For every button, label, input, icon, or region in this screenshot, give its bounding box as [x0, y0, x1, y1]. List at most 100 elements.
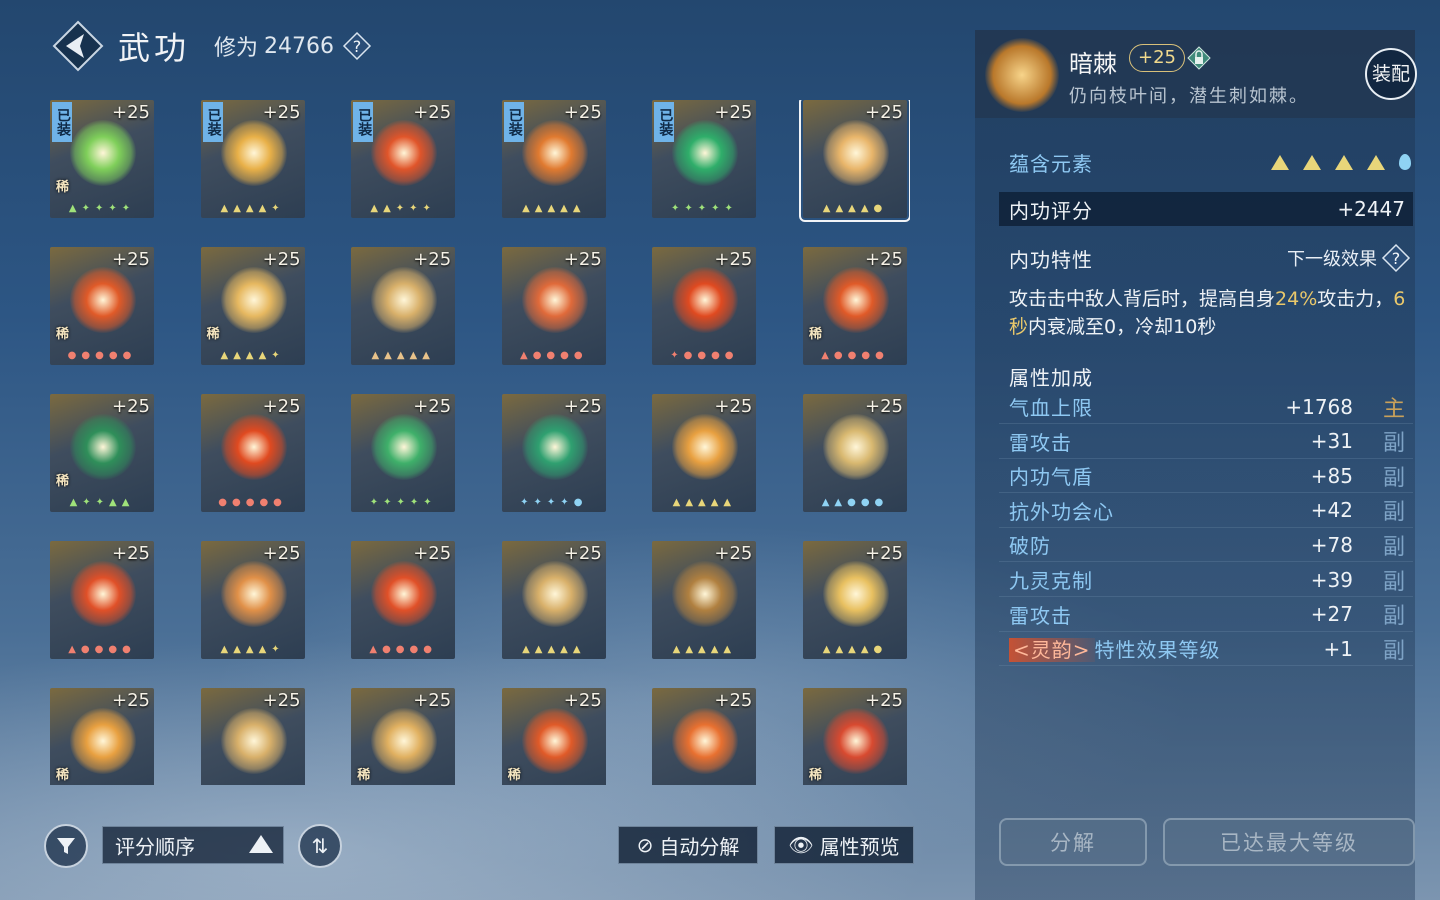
skill-icon [371, 561, 438, 627]
skill-card[interactable]: +25 ▲▲▲▲▲ [652, 541, 757, 659]
sort-asc-icon [249, 835, 273, 853]
skill-icon [220, 267, 287, 333]
help-icon[interactable]: ? [342, 31, 372, 61]
skill-card[interactable]: +25 ▲▲▲▲▲ [351, 247, 456, 365]
filter-button[interactable] [44, 824, 88, 868]
attr-value: +85 [1310, 463, 1353, 488]
help-icon-glyph: ? [1392, 249, 1401, 268]
skill-icon [672, 414, 739, 480]
skill-card[interactable]: +25 稀 ▲▲▲▲✦ [200, 247, 305, 365]
xiuwei-value: 24766 [264, 33, 335, 59]
skill-card[interactable]: +25 ✦✦✦✦● [501, 394, 606, 512]
auto-decompose-button[interactable]: ⊘ 自动分解 [618, 826, 758, 864]
skill-card[interactable]: +25 ✦●●●● [652, 247, 757, 365]
skill-card[interactable]: +25 稀 [803, 688, 907, 785]
card-level: +25 [865, 102, 903, 123]
skill-icon [220, 561, 287, 627]
card-element-icons: ▲▲▲▲▲ [522, 644, 586, 655]
sort-dropdown[interactable]: 评分顺序 [102, 826, 284, 864]
skill-card[interactable]: +25 ▲▲▲▲✦ [200, 541, 305, 659]
skill-card[interactable]: +25 ▲▲▲▲▲ [652, 394, 757, 512]
skill-card[interactable]: +25 稀 ▲●●●● [803, 247, 907, 365]
skill-card[interactable]: +25 稀 ▲✦✦▲▲ [50, 394, 154, 512]
auto-decompose-label: 自动分解 [659, 834, 740, 859]
attr-value: +27 [1310, 602, 1353, 627]
attr-name: 内功气盾 [1009, 465, 1093, 490]
card-element-icons: ▲●●●● [520, 350, 588, 361]
card-element-icons: ▲●●●● [821, 350, 889, 361]
skill-icon [823, 708, 889, 774]
skill-card[interactable]: +25 ▲▲▲▲▲ [501, 541, 606, 659]
thunder-element-icon [1271, 154, 1289, 170]
rare-badge: 稀 [56, 474, 70, 489]
sort-order-toggle[interactable]: ⇅ [298, 824, 342, 868]
thunder-element-icon [1335, 154, 1353, 170]
card-level: +25 [413, 396, 452, 417]
card-level: +25 [563, 690, 602, 711]
card-element-icons: ▲▲▲▲✦ [220, 644, 285, 655]
element-icons [1271, 154, 1411, 170]
skill-card[interactable]: +25 已装 ▲▲▲▲▲ [501, 100, 606, 218]
attr-value: +1768 [1285, 394, 1353, 419]
skill-icon [823, 561, 889, 627]
card-element-icons: ▲✦✦✦✦ [68, 203, 136, 214]
card-level: +25 [714, 690, 753, 711]
swap-icon: ⇅ [311, 834, 329, 858]
skill-card[interactable]: +25 ●●●●● [200, 394, 305, 512]
card-element-icons: ▲▲▲▲▲ [522, 203, 586, 214]
skill-card[interactable]: +25 已装 ✦✦✦✦✦ [652, 100, 757, 218]
rare-badge: 稀 [809, 768, 823, 783]
card-level: +25 [413, 102, 452, 123]
skill-card[interactable]: +25 ▲▲▲▲● [799, 100, 910, 222]
max-level-button[interactable]: 已达最大等级 [1163, 818, 1415, 866]
decompose-button[interactable]: 分解 [999, 818, 1147, 866]
skill-icon [70, 708, 136, 774]
card-level: +25 [714, 543, 753, 564]
elements-label: 蕴含元素 [1009, 151, 1093, 176]
card-level: +25 [262, 249, 301, 270]
next-effect-link[interactable]: 下一级效果 ? [1287, 243, 1411, 273]
skill-card[interactable]: +25 稀 ●●●●● [50, 247, 154, 365]
skill-card[interactable]: +25 已装 ▲▲▲▲✦ [200, 100, 305, 218]
skill-card[interactable]: +25 ▲●●●● [50, 541, 154, 659]
skill-card[interactable]: +25 稀 [50, 688, 154, 785]
skill-icon [521, 708, 588, 774]
skill-card[interactable]: +25 ▲●●●● [501, 247, 606, 365]
water-element-icon [1399, 154, 1411, 170]
auto-decompose-icon: ⊘ [636, 833, 654, 857]
attr-tag: 副 [1382, 465, 1405, 491]
card-level: +25 [262, 543, 301, 564]
skill-card[interactable]: +25 ▲▲▲▲● [803, 541, 907, 659]
card-element-icons: ▲●●●● [369, 644, 437, 655]
skill-card[interactable]: +25 ▲●●●● [351, 541, 456, 659]
detail-panel: 暗棘 +25 仍向枝叶间，潜生刺如棘。 装配 蕴含元素 内功评分 +2447 内… [975, 30, 1417, 900]
lock-icon[interactable] [1187, 46, 1211, 70]
card-level: +25 [714, 249, 753, 270]
attr-row: 雷攻击 +27 副 [999, 598, 1413, 632]
skill-card[interactable]: +25 [200, 688, 305, 785]
help-icon: ? [1381, 243, 1411, 273]
eye-icon: 👁 [788, 833, 814, 857]
skill-card[interactable]: +25 [652, 688, 757, 785]
skill-card[interactable]: +25 已装稀 ▲✦✦✦✦ [50, 100, 154, 218]
skill-card[interactable]: +25 稀 [351, 688, 456, 785]
skill-icon [220, 120, 287, 186]
equipped-badge: 已装 [654, 102, 675, 142]
attr-name: 抗外功会心 [1009, 499, 1114, 524]
item-header: 暗棘 +25 仍向枝叶间，潜生刺如棘。 装配 [975, 30, 1417, 118]
skill-icon [521, 267, 588, 333]
attr-tag: 副 [1382, 500, 1405, 526]
skill-icon [70, 561, 136, 627]
trait-text-part: 攻击击中敌人背后时，提高自身 [1009, 288, 1276, 310]
skill-card[interactable]: +25 ✦✦✦✦✦ [351, 394, 456, 512]
card-element-icons: ▲▲▲▲▲ [371, 350, 435, 361]
equip-button[interactable]: 装配 [1365, 48, 1417, 100]
xiuwei-label: 修为 [214, 36, 259, 61]
back-button[interactable] [50, 18, 106, 74]
skill-card[interactable]: +25 已装 ▲▲✦✦✦ [351, 100, 456, 218]
card-element-icons: ✦✦✦✦✦ [670, 203, 738, 214]
attr-row: 雷攻击 +31 副 [999, 425, 1413, 459]
skill-card[interactable]: +25 稀 [501, 688, 606, 785]
skill-card[interactable]: +25 ▲▲●●● [803, 394, 907, 512]
attr-preview-button[interactable]: 👁 属性预览 [774, 826, 914, 864]
